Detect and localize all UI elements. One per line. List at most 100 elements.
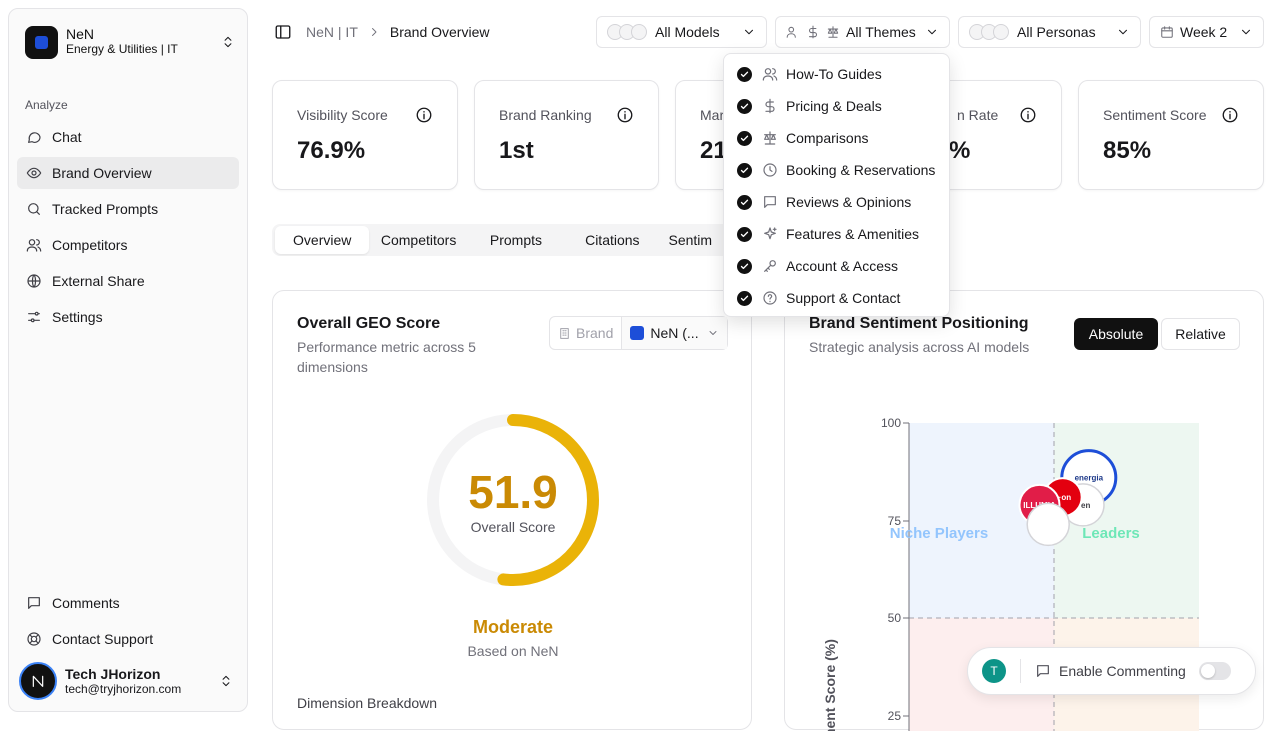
geo-score-panel: Overall GEO Score Performance metric acr…	[272, 290, 752, 730]
sidebar-item-competitors[interactable]: Competitors	[17, 229, 239, 261]
week-filter[interactable]: Week 2	[1149, 16, 1264, 48]
info-icon[interactable]	[1221, 106, 1239, 124]
tab-overview[interactable]: Overview	[275, 226, 370, 254]
sidebar-item-comments[interactable]: Comments	[17, 587, 239, 619]
breadcrumb: NeN | IT Brand Overview	[306, 24, 489, 40]
calendar-icon	[1161, 26, 1173, 38]
theme-option-support-contact[interactable]: Support & Contact	[724, 282, 949, 314]
sidebar-item-settings[interactable]: Settings	[17, 301, 239, 333]
geo-score-value: 51.9	[468, 466, 558, 518]
info-icon[interactable]	[415, 106, 433, 124]
metric-label: Visibility Score	[297, 107, 388, 123]
workspace-switcher[interactable]: NeN Energy & Utilities | IT	[25, 25, 235, 59]
relative-toggle[interactable]: Relative	[1161, 318, 1240, 350]
commenting-toggle[interactable]	[1199, 662, 1231, 680]
dimension-breakdown-heading: Dimension Breakdown	[297, 695, 438, 711]
theme-option-reviews-opinions[interactable]: Reviews & Opinions	[724, 186, 949, 218]
tab-citations[interactable]: Citations	[564, 226, 660, 254]
sidebar-item-label: Tracked Prompts	[52, 201, 159, 217]
personas-filter[interactable]: All Personas	[958, 16, 1141, 48]
breadcrumb-root[interactable]: NeN | IT	[306, 24, 358, 40]
sidebar-item-label: External Share	[52, 273, 145, 289]
themes-filter[interactable]: All Themes	[775, 16, 950, 48]
themes-dropdown-menu: How-To Guides Pricing & Deals Comparison…	[723, 53, 950, 317]
sidebar-item-tracked-prompts[interactable]: Tracked Prompts	[17, 193, 239, 225]
metric-card-sentiment: Sentiment Score 85%	[1078, 80, 1264, 190]
chevron-down-icon	[927, 29, 937, 35]
sliders-icon	[28, 311, 40, 323]
tab-competitors[interactable]: Competitors	[369, 226, 467, 254]
metric-card-ranking: Brand Ranking 1st	[474, 80, 659, 190]
sidebar: NeN Energy & Utilities | IT Analyze Chat…	[8, 8, 248, 712]
checkbox-checked-icon	[737, 226, 752, 242]
info-icon[interactable]	[1019, 106, 1037, 124]
scale-icon	[764, 131, 776, 145]
workspace-subtitle: Energy & Utilities | IT	[66, 42, 178, 56]
sidebar-item-label: Comments	[52, 595, 120, 611]
help-icon	[763, 291, 777, 305]
brand-selector-label: Brand	[550, 317, 623, 349]
models-filter[interactable]: All Models	[596, 16, 767, 48]
theme-option-pricing-deals[interactable]: Pricing & Deals	[724, 90, 949, 122]
persona-avatars	[969, 24, 1009, 40]
info-icon[interactable]	[616, 106, 634, 124]
brand-point-a2a[interactable]	[1026, 502, 1070, 547]
sidebar-item-chat[interactable]: Chat	[17, 121, 239, 153]
theme-option-label: Account & Access	[786, 258, 899, 274]
geo-title: Overall GEO Score	[297, 315, 441, 332]
y-tick-50: 50	[888, 611, 902, 625]
user-menu[interactable]: Tech JHorizon tech@tryjhorizon.com	[19, 661, 239, 701]
metric-card-visibility: Visibility Score 76.9%	[272, 80, 458, 190]
sidebar-toggle-icon[interactable]	[274, 23, 292, 41]
checkbox-checked-icon	[737, 290, 752, 306]
building-icon	[560, 327, 569, 339]
scale-icon	[827, 26, 839, 38]
users-icon	[26, 239, 42, 252]
metric-label: Brand Ranking	[499, 107, 592, 123]
metric-value: 76.9%	[297, 137, 366, 164]
y-axis-label: ment Score (%)	[822, 639, 838, 731]
checkbox-checked-icon	[737, 194, 752, 210]
theme-option-booking-reservations[interactable]: Booking & Reservations	[724, 154, 949, 186]
theme-option-how-to-guides[interactable]: How-To Guides	[724, 58, 949, 90]
brand-selector: Brand NeN (...	[549, 316, 728, 350]
sidebar-item-label: Contact Support	[52, 631, 154, 647]
avatar	[19, 662, 57, 700]
sparkle-icon	[764, 227, 777, 240]
y-tick-100: 100	[881, 416, 901, 430]
sidebar-item-brand-overview[interactable]: Brand Overview	[17, 157, 239, 189]
metric-value: %	[949, 137, 971, 164]
chevron-up-down-icon	[224, 36, 232, 48]
sidebar-bottom-nav: Comments Contact Support	[17, 587, 239, 659]
sidebar-nav: Chat Brand Overview Tracked Prompts Comp…	[17, 121, 239, 337]
chevron-up-down-icon	[222, 675, 230, 687]
key-icon	[764, 260, 776, 272]
absolute-toggle[interactable]: Absolute	[1074, 318, 1158, 350]
brand-select[interactable]: NeN (...	[622, 317, 727, 349]
themes-filter-label: All Themes	[846, 24, 916, 40]
chat-icon	[28, 132, 41, 143]
sidebar-item-label: Brand Overview	[52, 165, 152, 181]
metric-label: Mar	[700, 107, 725, 123]
sidebar-item-contact-support[interactable]: Contact Support	[17, 623, 239, 655]
theme-option-label: Comparisons	[786, 130, 869, 146]
sidebar-item-label: Settings	[52, 309, 103, 325]
theme-option-features-amenities[interactable]: Features & Amenities	[724, 218, 949, 250]
theme-option-account-access[interactable]: Account & Access	[724, 250, 949, 282]
theme-option-label: Support & Contact	[786, 290, 901, 306]
chevron-down-icon	[709, 331, 717, 335]
theme-option-comparisons[interactable]: Comparisons	[724, 122, 949, 154]
theme-option-label: Pricing & Deals	[786, 98, 882, 114]
user-email: tech@tryjhorizon.com	[65, 682, 182, 696]
y-tick-25: 25	[888, 709, 902, 723]
brand-select-value: NeN (...	[650, 325, 699, 341]
models-filter-label: All Models	[655, 24, 720, 40]
metric-label: Sentiment Score	[1103, 107, 1207, 123]
tab-prompts[interactable]: Prompts	[468, 226, 564, 254]
quadrant-label-leaders: Leaders	[1082, 525, 1140, 542]
sentiment-title: Brand Sentiment Positioning	[809, 315, 1029, 332]
sidebar-item-external-share[interactable]: External Share	[17, 265, 239, 297]
brand-logo	[630, 326, 645, 340]
chevron-down-icon	[1118, 29, 1128, 35]
users-icon	[762, 68, 778, 81]
